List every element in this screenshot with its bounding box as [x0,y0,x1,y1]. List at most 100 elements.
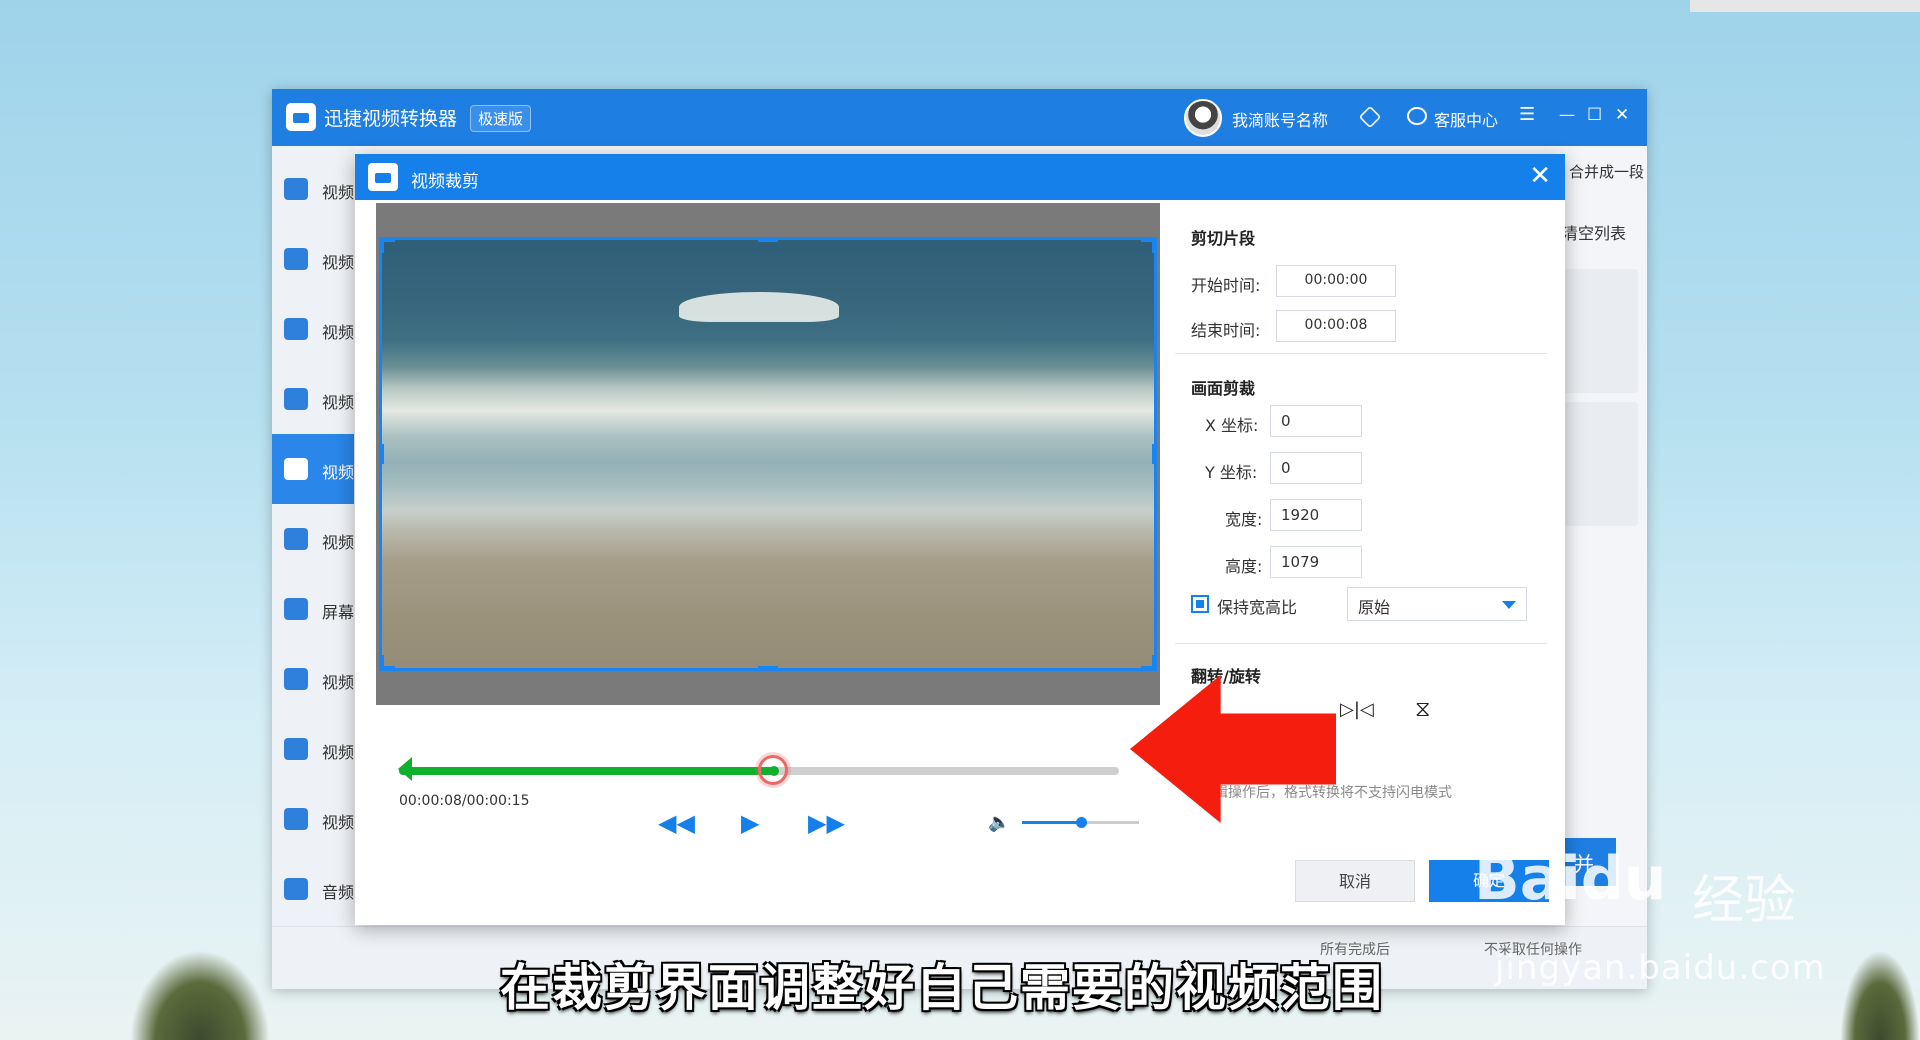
volume-icon[interactable]: 🔈 [988,812,1010,833]
minimize-button[interactable]: — [1559,103,1575,127]
account-name[interactable]: 我滴账号名称 [1232,107,1328,131]
divider [1175,353,1547,354]
merge-into-one-label[interactable]: 合并成一段 [1569,161,1644,182]
rewind-button[interactable]: ◀◀ [658,811,695,835]
y-input[interactable]: 0 [1270,452,1362,484]
cancel-button[interactable]: 取消 [1295,860,1415,902]
video-icon [284,808,308,830]
sidebar-item-label: 视频 [322,183,355,202]
app-title: 迅捷视频转换器 [324,108,458,130]
y-label: Y 坐标: [1205,463,1258,482]
app-titlebar: 迅捷视频转换器 极速版 我滴账号名称 客服中心 ☰ — ☐ ✕ [272,89,1647,146]
chat-icon[interactable] [1407,107,1427,125]
background-tree [130,950,270,1040]
time-display: 00:00:08/00:00:15 [399,793,530,809]
background-bar [1690,0,1920,12]
start-time-label: 开始时间: [1191,276,1261,295]
crop-handle-bottom-right[interactable] [1141,655,1157,671]
chevron-down-icon [1502,601,1516,609]
width-input[interactable]: 1920 [1270,499,1362,531]
audio-icon [284,878,308,900]
sidebar-item[interactable]: 视频 [272,224,354,294]
sidebar-item[interactable]: 视频 [272,294,354,364]
height-label: 高度: [1225,557,1263,576]
crop-handle-left[interactable] [379,444,384,464]
file-card [1562,269,1638,393]
menu-icon[interactable]: ☰ [1519,103,1535,127]
end-time-input[interactable]: 00:00:08 [1276,310,1396,342]
progress-thumb[interactable] [758,755,789,785]
player-controls: 00:00:08/00:00:15 ◀◀ ▶ ▶▶ 🔈 [376,705,1160,835]
height-input[interactable]: 1079 [1270,546,1362,578]
flip-horizontal-icon[interactable]: ▷|◁ [1340,699,1374,720]
start-time-input[interactable]: 00:00:00 [1276,265,1396,297]
sidebar-item[interactable]: 视频 [272,714,354,784]
video-icon [284,248,308,270]
video-icon [284,738,308,760]
crop-handle-right[interactable] [1152,444,1157,464]
volume-thumb[interactable] [1075,817,1087,828]
maximize-button[interactable]: ☐ [1587,103,1602,127]
crop-handle-bottom-left[interactable] [379,655,395,671]
edition-badge: 极速版 [470,105,532,132]
watermark-text: 经验 [1692,871,1797,931]
crop-frame[interactable] [379,237,1157,671]
sidebar-item-label: 音频 [322,883,355,902]
crop-handle-top-right[interactable] [1141,237,1157,253]
avatar[interactable] [1184,99,1222,137]
width-label: 宽度: [1225,510,1263,529]
sidebar-item-label: 视频 [322,743,355,762]
crop-handle-bottom[interactable] [758,666,778,671]
ratio-select-value: 原始 [1358,598,1391,617]
segment-section-title: 剪切片段 [1191,229,1256,248]
customer-service-link[interactable]: 客服中心 [1434,107,1498,131]
video-icon [284,178,308,200]
play-button[interactable]: ▶ [741,811,759,835]
sidebar-item[interactable]: 音频 [272,854,354,924]
ratio-select[interactable]: 原始 [1347,587,1527,621]
app-logo-icon [368,163,398,191]
sidebar-item[interactable]: 视频 [272,784,354,854]
clear-list-button[interactable]: 清空列表 [1562,220,1626,244]
forward-button[interactable]: ▶▶ [808,811,845,835]
volume-fill [1022,821,1081,824]
sidebar-item-label: 视频 [322,393,355,412]
flip-vertical-icon[interactable]: ⧖ [1415,697,1430,722]
app-logo-icon [286,103,316,131]
background-tree [1840,950,1920,1040]
sidebar-item[interactable]: 视频 [272,644,354,714]
crop-dialog: 视频裁剪 ✕ 00:00:08/00:00:15 ◀◀ ▶ ▶▶ 🔈 剪切片段 … [355,154,1565,925]
sidebar-item-active[interactable]: 视频 [272,434,354,504]
sidebar-item-label: 视频 [322,253,355,272]
file-card [1562,402,1638,526]
video-icon [284,458,308,480]
crop-handle-top[interactable] [758,237,778,242]
mode-note: 编辑操作后，格式转换将不支持闪电模式 [1200,785,1452,801]
sidebar-item[interactable]: 视频 [272,364,354,434]
crop-handle-top-left[interactable] [379,237,395,253]
sidebar-item-label: 屏幕 [322,603,355,622]
vip-icon[interactable] [1358,105,1382,129]
sidebar-item[interactable]: 屏幕 [272,574,354,644]
dialog-close-button[interactable]: ✕ [1529,162,1551,190]
volume-slider[interactable] [1022,817,1139,828]
keep-ratio-checkbox[interactable] [1191,595,1209,613]
close-button[interactable]: ✕ [1615,103,1629,127]
dialog-titlebar: 视频裁剪 ✕ [355,154,1565,200]
sidebar-item-label: 视频 [322,813,355,832]
sidebar-item[interactable]: 视频 [272,154,354,224]
crop-section-title: 画面剪裁 [1191,379,1256,398]
video-icon [284,668,308,690]
sidebar-item-label: 视频 [322,673,355,692]
video-subtitle: 在裁剪界面调整好自己需要的视频范围 [500,959,1384,1017]
video-preview [376,203,1160,705]
divider [1175,643,1547,644]
sidebar-item[interactable]: 视频 [272,504,354,574]
sidebar: 视频 视频 视频 视频 视频 视频 屏幕 视频 视频 视频 音频 [272,146,354,926]
x-input[interactable]: 0 [1270,405,1362,437]
segment-start-marker[interactable] [398,757,412,781]
video-icon [284,318,308,340]
watermark-url: jingyan.baidu.com [1495,948,1826,988]
video-icon [284,388,308,410]
sidebar-item-label: 视频 [322,533,355,552]
